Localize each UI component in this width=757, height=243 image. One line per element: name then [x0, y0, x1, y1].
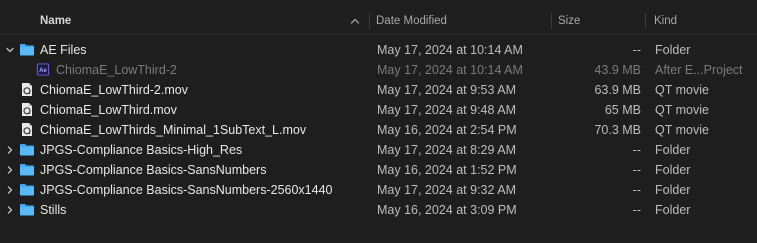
- file-kind: Folder: [655, 203, 691, 217]
- file-kind: After E...Project: [655, 63, 743, 77]
- file-date-modified: May 17, 2024 at 9:48 AM: [377, 103, 516, 117]
- file-kind: Folder: [655, 183, 691, 197]
- file-date-modified: May 16, 2024 at 2:54 PM: [377, 123, 517, 137]
- file-size: --: [632, 143, 641, 157]
- list-item[interactable]: AE Files May 17, 2024 at 10:14 AM -- Fol…: [0, 40, 757, 60]
- file-date-modified: May 17, 2024 at 9:53 AM: [377, 83, 516, 97]
- folder-icon: [20, 164, 34, 176]
- quicktime-file-icon: [22, 83, 32, 96]
- file-size: --: [632, 163, 641, 177]
- file-date-modified: May 17, 2024 at 10:14 AM: [377, 43, 523, 57]
- folder-icon: [20, 204, 34, 216]
- file-size: 43.9 MB: [594, 63, 641, 77]
- column-header-size-label: Size: [558, 15, 581, 27]
- file-kind: Folder: [655, 163, 691, 177]
- file-name: JPGS-Compliance Basics-High_Res: [40, 143, 243, 157]
- list-item[interactable]: Stills May 16, 2024 at 3:09 PM -- Folder: [0, 200, 757, 220]
- file-name: ChiomaE_LowThird-2: [56, 63, 177, 77]
- list-item[interactable]: JPGS-Compliance Basics-SansNumbers May 1…: [0, 160, 757, 180]
- quicktime-file-icon: [22, 103, 32, 116]
- column-header-date-modified[interactable]: Date Modified: [370, 9, 550, 33]
- file-size: 65 MB: [604, 103, 641, 117]
- column-header-kind[interactable]: Kind: [648, 9, 757, 33]
- file-name: JPGS-Compliance Basics-SansNumbers: [40, 163, 267, 177]
- file-kind: QT movie: [655, 103, 709, 117]
- disclosure-chevron-right-icon[interactable]: [5, 165, 15, 175]
- file-kind: Folder: [655, 143, 691, 157]
- file-kind: QT movie: [655, 83, 709, 97]
- file-size: --: [632, 183, 641, 197]
- file-size: --: [632, 43, 641, 57]
- list-item[interactable]: ChiomaE_LowThirds_Minimal_1SubText_L.mov…: [0, 120, 757, 140]
- folder-icon: [20, 44, 34, 56]
- file-date-modified: May 17, 2024 at 10:14 AM: [377, 63, 523, 77]
- file-size: 63.9 MB: [594, 83, 641, 97]
- sort-ascending-chevron-icon[interactable]: [350, 16, 360, 26]
- file-date-modified: May 17, 2024 at 8:29 AM: [377, 143, 516, 157]
- svg-text:Ae: Ae: [39, 68, 47, 74]
- column-header-bar: Name Date Modified Size Kind: [0, 9, 757, 33]
- folder-icon: [20, 144, 34, 156]
- file-name: Stills: [40, 203, 67, 217]
- file-date-modified: May 16, 2024 at 3:09 PM: [377, 203, 517, 217]
- disclosure-chevron-right-icon[interactable]: [5, 145, 15, 155]
- file-list: AE Files May 17, 2024 at 10:14 AM -- Fol…: [0, 40, 757, 220]
- column-header-kind-label: Kind: [654, 15, 678, 27]
- file-name: AE Files: [40, 43, 87, 57]
- column-header-name[interactable]: Name: [34, 9, 368, 33]
- file-name: ChiomaE_LowThird-2.mov: [40, 83, 188, 97]
- file-date-modified: May 17, 2024 at 9:32 AM: [377, 183, 516, 197]
- list-item[interactable]: JPGS-Compliance Basics-SansNumbers-2560x…: [0, 180, 757, 200]
- column-header-size[interactable]: Size: [552, 9, 644, 33]
- disclosure-chevron-right-icon[interactable]: [5, 205, 15, 215]
- file-size: --: [632, 203, 641, 217]
- column-header-date-label: Date Modified: [376, 15, 447, 27]
- file-size: 70.3 MB: [594, 123, 641, 137]
- after-effects-file-icon: Ae: [36, 63, 50, 76]
- list-item[interactable]: ChiomaE_LowThird-2.mov May 17, 2024 at 9…: [0, 80, 757, 100]
- file-kind: QT movie: [655, 123, 709, 137]
- file-kind: Folder: [655, 43, 691, 57]
- disclosure-chevron-right-icon[interactable]: [5, 185, 15, 195]
- file-name: ChiomaE_LowThirds_Minimal_1SubText_L.mov: [40, 123, 307, 137]
- disclosure-chevron-down-icon[interactable]: [5, 45, 15, 55]
- file-name: JPGS-Compliance Basics-SansNumbers-2560x…: [40, 183, 333, 197]
- column-header-name-label: Name: [40, 15, 72, 27]
- column-divider[interactable]: [645, 13, 646, 29]
- header-divider: [0, 34, 757, 35]
- quicktime-file-icon: [22, 123, 32, 136]
- finder-list-view: Name Date Modified Size Kind AE Files Ma…: [0, 0, 757, 243]
- file-name: ChiomaE_LowThird.mov: [40, 103, 177, 117]
- folder-icon: [20, 184, 34, 196]
- list-item[interactable]: Ae ChiomaE_LowThird-2 May 17, 2024 at 10…: [0, 60, 757, 80]
- list-item[interactable]: ChiomaE_LowThird.mov May 17, 2024 at 9:4…: [0, 100, 757, 120]
- file-date-modified: May 16, 2024 at 1:52 PM: [377, 163, 517, 177]
- list-item[interactable]: JPGS-Compliance Basics-High_Res May 17, …: [0, 140, 757, 160]
